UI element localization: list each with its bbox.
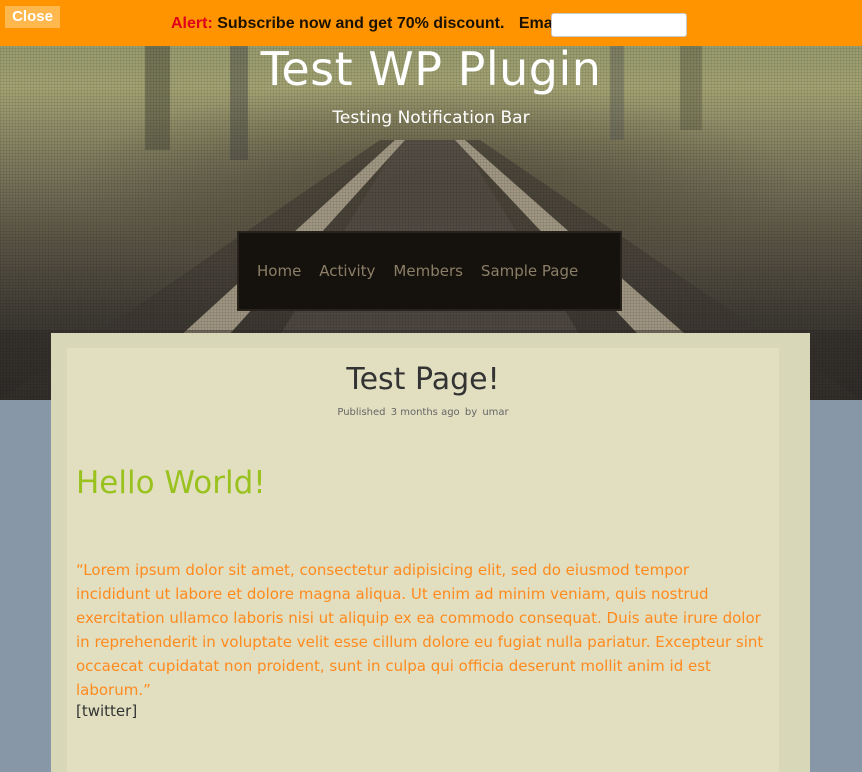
nav-item-home[interactable]: Home <box>257 262 301 280</box>
main-navigation: Home Activity Members Sample Page <box>239 233 620 309</box>
site-title[interactable]: Test WP Plugin <box>0 42 862 96</box>
subscribe-message: Subscribe now and get 70% discount. <box>217 15 505 32</box>
site-description: Testing Notification Bar <box>332 108 530 128</box>
notification-bar: Close Alert: Subscribe now and get 70% d… <box>0 0 862 46</box>
nav-item-sample-page[interactable]: Sample Page <box>481 262 578 280</box>
close-button[interactable]: Close <box>5 6 60 28</box>
nav-item-activity[interactable]: Activity <box>319 262 375 280</box>
twitter-shortcode: [twitter] <box>76 702 138 720</box>
meta-author[interactable]: umar <box>482 407 508 418</box>
alert-label: Alert: <box>171 15 213 32</box>
post-meta: Published 3 months ago by umar <box>67 407 779 418</box>
email-field[interactable] <box>551 13 687 37</box>
post-quote: “Lorem ipsum dolor sit amet, consectetur… <box>76 561 764 699</box>
notification-message: Alert: Subscribe now and get 70% discoun… <box>171 15 571 33</box>
post-heading: Hello World! <box>76 465 266 501</box>
page-title: Test Page! <box>346 362 500 397</box>
meta-published-label: Published <box>337 407 386 418</box>
meta-time[interactable]: 3 months ago <box>391 407 460 418</box>
nav-item-members[interactable]: Members <box>393 262 463 280</box>
meta-by-label: by <box>464 407 478 418</box>
